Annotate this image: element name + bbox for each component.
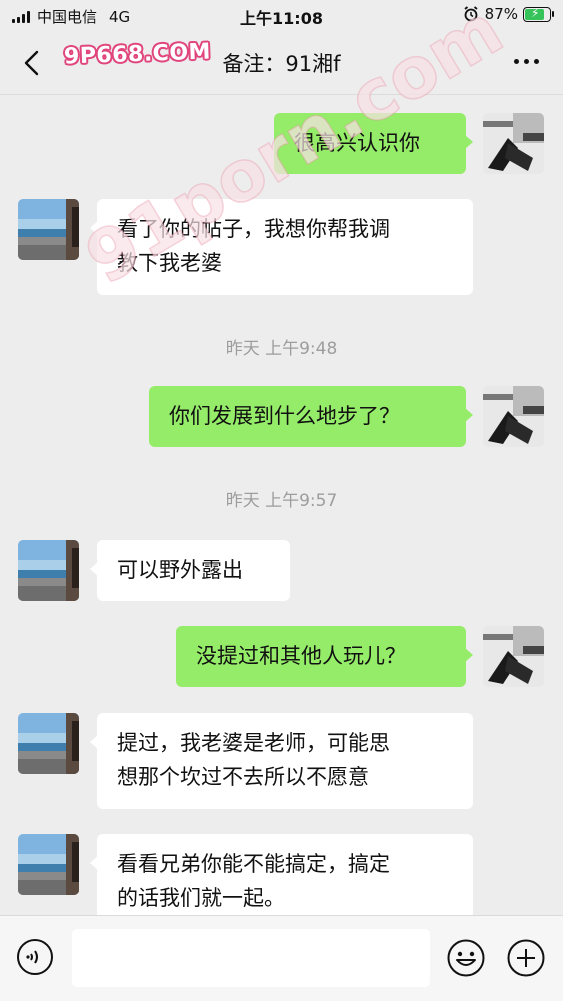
message-text: 没提过和其他人玩儿？ <box>196 644 406 668</box>
message-text-line: 看看兄弟你能不能搞定，搞定 <box>117 852 390 876</box>
message-input[interactable] <box>72 929 430 987</box>
message-text: 很高兴认识你 <box>294 131 420 155</box>
message-text: 可以野外露出 <box>117 558 243 582</box>
message-text-line: 教下我老婆 <box>117 251 222 275</box>
input-bar <box>0 915 563 1001</box>
more-horizontal-icon[interactable] <box>514 59 539 64</box>
status-right: 87% ⚡ <box>463 5 554 23</box>
my-avatar[interactable] <box>483 626 544 687</box>
status-bar: 中国电信 4G 上午11:08 87% ⚡ <box>0 0 563 32</box>
incoming-message-bubble[interactable]: 可以野外露出 <box>90 540 290 601</box>
outgoing-message-bubble[interactable]: 你们发展到什么地步了？ <box>149 386 473 447</box>
watermark-logo: 9P668.COM <box>63 39 212 70</box>
timestamp: 昨天 上午9:57 <box>225 491 338 511</box>
contact-avatar[interactable] <box>18 834 79 895</box>
battery-percent: 87% <box>484 5 518 23</box>
emoji-icon[interactable] <box>446 938 486 978</box>
message-text: 你们发展到什么地步了？ <box>169 404 400 428</box>
incoming-message-bubble[interactable]: 提过，我老婆是老师，可能思 想那个坎过不去所以不愿意 <box>90 713 473 809</box>
message-text-line: 想那个坎过不去所以不愿意 <box>117 765 369 789</box>
my-avatar[interactable] <box>483 386 544 447</box>
voice-icon[interactable] <box>16 938 54 976</box>
outgoing-message-bubble[interactable]: 没提过和其他人玩儿？ <box>176 626 473 687</box>
my-avatar[interactable] <box>483 113 544 174</box>
plus-circle-icon[interactable] <box>506 938 546 978</box>
message-text-line: 看了你的帖子，我想你帮我调 <box>117 217 390 241</box>
alarm-icon <box>464 6 478 22</box>
incoming-message-bubble[interactable]: 看了你的帖子，我想你帮我调 教下我老婆 <box>90 199 473 295</box>
contact-avatar[interactable] <box>18 713 79 774</box>
contact-avatar[interactable] <box>18 199 79 260</box>
timestamp: 昨天 上午9:48 <box>225 339 338 359</box>
outgoing-message-bubble[interactable]: 很高兴认识你 <box>274 113 473 174</box>
contact-avatar[interactable] <box>18 540 79 601</box>
message-text-line: 提过，我老婆是老师，可能思 <box>117 731 390 755</box>
message-text-line: 的话我们就一起。 <box>117 886 285 910</box>
battery-icon: ⚡ <box>523 6 554 22</box>
